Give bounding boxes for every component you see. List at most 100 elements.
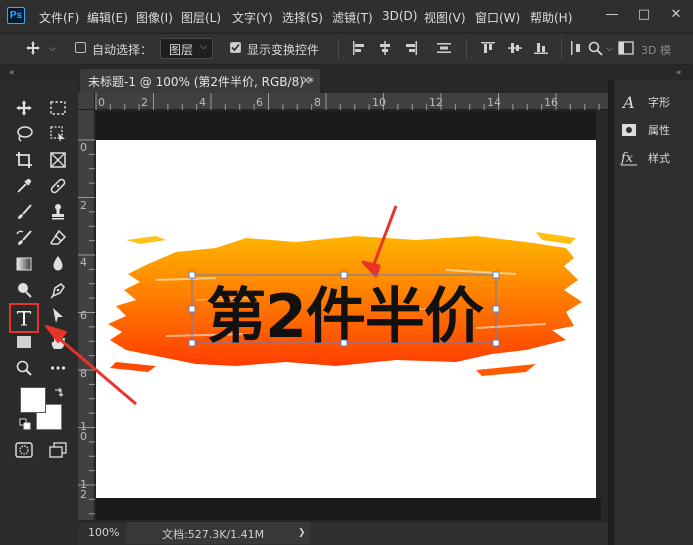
document-tab-close-icon[interactable]: × <box>301 73 311 87</box>
align-right-icon[interactable] <box>404 41 418 55</box>
properties-icon <box>620 121 638 139</box>
brush-splatter <box>126 236 166 244</box>
dodge-tool[interactable] <box>12 278 36 302</box>
lasso-tool[interactable] <box>12 122 36 146</box>
menu-3d[interactable]: 3D(D) <box>382 9 417 23</box>
align-horizontal-center-icon[interactable] <box>378 41 392 55</box>
ruler-origin[interactable] <box>78 93 95 110</box>
doc-size-info: 文档:527.3K/1.41M <box>162 528 265 541</box>
minimize-button[interactable]: — <box>604 7 620 23</box>
quick-mask-button[interactable] <box>12 438 36 462</box>
pasteboard <box>96 498 601 520</box>
3d-mode-label: 3D 模 <box>641 44 671 57</box>
tool-preset-chevron-icon[interactable]: ⌵ <box>49 44 56 54</box>
pen-tool[interactable] <box>46 278 70 302</box>
ruler-label: 2 <box>80 199 87 212</box>
menu-filter[interactable]: 滤镜(T) <box>332 9 373 26</box>
frame-tool[interactable] <box>46 148 70 172</box>
align-bottom-icon[interactable] <box>534 41 548 55</box>
separator <box>338 39 339 59</box>
object-selection-tool[interactable] <box>46 122 70 146</box>
zoom-tool[interactable] <box>12 356 36 380</box>
auto-select-checkbox[interactable] <box>75 42 86 53</box>
eyedropper-tool[interactable] <box>12 174 36 198</box>
healing-brush-tool[interactable] <box>46 174 70 198</box>
show-transform-checkbox[interactable] <box>230 42 241 53</box>
show-transform-label: 显示变换控件 <box>247 43 320 57</box>
screen-mode-button[interactable] <box>46 438 70 462</box>
ruler-label: 1 2 <box>80 478 87 501</box>
document-canvas[interactable]: 第2件半价 <box>96 140 596 498</box>
collapse-panels-icon[interactable]: « <box>676 66 682 80</box>
auto-select-label: 自动选择： <box>92 43 153 57</box>
ruler-label: 10 <box>372 96 386 109</box>
ruler-label: 8 <box>314 96 321 109</box>
align-left-icon[interactable] <box>352 41 366 55</box>
history-brush-tool[interactable] <box>12 226 36 250</box>
menu-layer[interactable]: 图层(L) <box>181 9 221 26</box>
chevron-down-icon: ⌵ <box>200 42 207 52</box>
menu-type[interactable]: 文字(Y) <box>232 9 273 26</box>
collapse-toolbar-icon[interactable]: « <box>9 66 15 80</box>
foreground-color-swatch[interactable] <box>20 387 46 413</box>
distribute-vertical-icon[interactable] <box>437 41 451 55</box>
rectangle-tool[interactable] <box>12 330 36 354</box>
marquee-tool[interactable] <box>46 96 70 120</box>
type-tool-annotation-arrow <box>45 325 137 406</box>
menu-window[interactable]: 窗口(W) <box>475 9 520 26</box>
maximize-button[interactable]: □ <box>636 7 652 23</box>
panel-properties[interactable]: 属性 <box>620 117 690 143</box>
menu-image[interactable]: 图像(I) <box>136 9 173 26</box>
ruler-label: 4 <box>199 96 206 109</box>
photoshop-logo: Ps <box>7 7 25 24</box>
pasteboard <box>96 111 596 140</box>
workspace-icon[interactable] <box>618 41 634 55</box>
menu-file[interactable]: 文件(F) <box>39 9 79 26</box>
align-vertical-center-icon[interactable] <box>508 41 522 55</box>
move-tool-icon[interactable] <box>25 40 41 59</box>
panel-glyphs[interactable]: A 字形 <box>620 89 690 115</box>
auto-select-target-dropdown[interactable]: 图层 ⌵ <box>160 38 213 59</box>
horizontal-ruler[interactable] <box>78 93 608 110</box>
close-button[interactable]: ✕ <box>668 7 684 23</box>
ruler-label: 0 <box>98 96 105 109</box>
panel-styles[interactable]: fx 样式 <box>620 145 690 171</box>
styles-icon: fx <box>620 149 638 167</box>
panel-properties-label: 属性 <box>648 124 670 137</box>
blur-tool[interactable] <box>46 252 70 276</box>
svg-text:A: A <box>621 94 635 110</box>
distribute-icon[interactable] <box>570 40 582 56</box>
separator <box>466 39 467 59</box>
ruler-label: 6 <box>256 96 263 109</box>
search-chevron-icon[interactable]: ⌵ <box>606 44 613 54</box>
ruler-label: 12 <box>429 96 443 109</box>
menu-view[interactable]: 视图(V) <box>424 9 466 26</box>
brush-splatter <box>476 364 536 376</box>
menu-select[interactable]: 选择(S) <box>282 9 323 26</box>
eraser-tool[interactable] <box>46 226 70 250</box>
panel-styles-label: 样式 <box>648 152 670 165</box>
clone-stamp-tool[interactable] <box>46 200 70 224</box>
type-tool[interactable] <box>12 306 36 330</box>
align-top-icon[interactable] <box>481 41 495 55</box>
zoom-level[interactable]: 100% <box>88 526 119 539</box>
menu-help[interactable]: 帮助(H) <box>530 9 572 26</box>
search-icon[interactable] <box>588 41 603 56</box>
canvas-text-layer[interactable]: 第2件半价 <box>192 275 497 352</box>
gradient-tool[interactable] <box>12 252 36 276</box>
brush-splatter <box>536 232 576 244</box>
ruler-label: 1 0 <box>80 420 87 443</box>
brush-tool[interactable] <box>12 200 36 224</box>
character-icon: A <box>620 93 638 111</box>
menu-edit[interactable]: 编辑(E) <box>87 9 128 26</box>
crop-tool[interactable] <box>12 148 36 172</box>
ruler-label: 2 <box>141 96 148 109</box>
auto-select-target-value: 图层 <box>169 43 194 57</box>
move-tool[interactable] <box>12 96 36 120</box>
status-menu-arrow-icon[interactable]: ❯ <box>298 528 306 538</box>
default-colors-icon[interactable] <box>19 418 31 430</box>
document-tab-title: 未标题-1 @ 100% (第2件半价, RGB/8) * <box>88 75 314 89</box>
ruler-label: 0 <box>80 141 87 154</box>
separator <box>561 39 562 59</box>
ruler-label: 16 <box>544 96 558 109</box>
